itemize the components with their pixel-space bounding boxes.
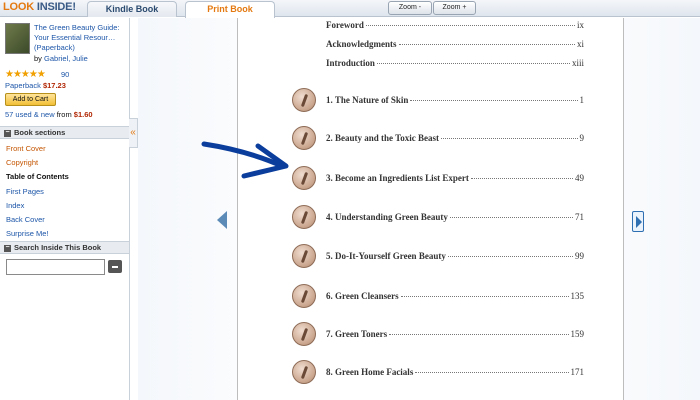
diy-chapter-icon	[292, 244, 316, 268]
format-label: Paperback	[5, 81, 41, 90]
green-beauty-chapter-icon	[292, 205, 316, 229]
toc-leader-dots	[398, 44, 575, 45]
toc-chapter-7[interactable]: 7. Green Toners 159	[326, 329, 584, 339]
zoom-out-button[interactable]: Zoom -	[388, 1, 432, 15]
toc-entry-introduction[interactable]: Introduction xiii	[326, 58, 584, 68]
collapse-minus-icon[interactable]: −	[4, 129, 11, 137]
by-label: by	[34, 54, 45, 63]
toc-leader-dots	[441, 138, 578, 139]
section-link-copyright[interactable]: Copyright	[6, 158, 38, 167]
top-bar: LOOK INSIDE! Kindle Book Print Book Zoom…	[0, 0, 700, 18]
toc-entry-label: 3. Become an Ingredients List Expert	[326, 173, 469, 183]
toc-entry-page: 159	[570, 329, 585, 339]
toc-entry-page: ix	[576, 20, 584, 30]
logo-look-text: LOOK	[3, 1, 34, 13]
beast-chapter-icon	[292, 126, 316, 150]
toc-leader-dots	[400, 296, 569, 297]
section-link-first-pages[interactable]: First Pages	[6, 187, 44, 196]
zoom-in-button[interactable]: Zoom +	[433, 1, 476, 15]
look-inside-logo: LOOK INSIDE!	[3, 1, 76, 13]
toc-entry-page: 1	[579, 95, 585, 105]
price-row: Paperback $17.23	[5, 81, 66, 90]
search-inside-header[interactable]: − Search Inside This Book	[0, 241, 129, 254]
search-inside-input[interactable]	[6, 259, 105, 275]
toners-chapter-icon	[292, 322, 316, 346]
author-link[interactable]: Gabriel, Julie	[44, 54, 88, 63]
book-cover-thumbnail[interactable]	[5, 23, 30, 54]
used-new-link[interactable]: 57 used & new	[5, 110, 55, 119]
toc-leader-dots	[376, 63, 570, 64]
book-sections-header[interactable]: − Book sections	[0, 126, 129, 139]
annotation-arrow-icon	[201, 141, 289, 179]
author-row: by Gabriel, Julie	[34, 54, 88, 64]
search-inside-label: Search Inside This Book	[14, 243, 102, 252]
used-new-row: 57 used & new from $1.60	[5, 110, 93, 119]
toc-chapter-6[interactable]: 6. Green Cleansers 135	[326, 291, 584, 301]
previous-page-arrow-icon[interactable]	[217, 211, 227, 229]
toc-entry-page: xiii	[571, 58, 584, 68]
toc-chapter-3[interactable]: 3. Become an Ingredients List Expert 49	[326, 173, 584, 183]
toc-leader-dots	[415, 372, 569, 373]
book-sections-label: Book sections	[14, 128, 66, 137]
skin-chapter-icon	[292, 88, 316, 112]
logo-inside-text: INSIDE!	[33, 1, 76, 13]
toc-entry-page: 71	[575, 212, 584, 222]
from-label: from	[54, 110, 74, 119]
toc-entry-label: Introduction	[326, 58, 375, 68]
sidebar-divider	[129, 18, 130, 400]
section-link-table-of-contents[interactable]: Table of Contents	[6, 172, 69, 181]
used-price-value: $1.60	[73, 110, 93, 119]
collapse-sidebar-button[interactable]: «	[129, 118, 138, 148]
next-page-arrow-icon[interactable]	[632, 211, 644, 232]
section-link-surprise-me[interactable]: Surprise Me!	[6, 229, 49, 238]
toc-entry-page: 171	[570, 367, 585, 377]
toc-entry-page: 135	[570, 291, 585, 301]
toc-entry-label: 7. Green Toners	[326, 329, 388, 339]
tab-kindle-book[interactable]: Kindle Book	[87, 1, 177, 17]
toc-entry-foreword[interactable]: Foreword ix	[326, 20, 584, 30]
search-go-button[interactable]	[108, 260, 122, 273]
toc-leader-dots	[447, 256, 573, 257]
section-link-index[interactable]: Index	[6, 201, 24, 210]
toc-entry-page: xi	[576, 39, 584, 49]
toc-entry-page: 9	[579, 133, 585, 143]
toc-entry-label: 6. Green Cleansers	[326, 291, 399, 301]
toc-leader-dots	[389, 334, 569, 335]
toc-entry-label: Acknowledgments	[326, 39, 397, 49]
section-link-front-cover[interactable]: Front Cover	[6, 144, 46, 153]
sidebar: The Green Beauty Guide: Your Essential R…	[0, 18, 129, 400]
price-value: $17.23	[42, 81, 66, 90]
toc-entry-page: 49	[575, 173, 584, 183]
toc-chapter-5[interactable]: 5. Do-It-Yourself Green Beauty 99	[326, 251, 584, 261]
facials-chapter-icon	[292, 360, 316, 384]
toc-chapter-2[interactable]: 2. Beauty and the Toxic Beast 9	[326, 133, 584, 143]
book-title-link[interactable]: The Green Beauty Guide: Your Essential R…	[34, 23, 128, 53]
cleansers-chapter-icon	[292, 284, 316, 308]
toc-entry-label: 5. Do-It-Yourself Green Beauty	[326, 251, 446, 261]
toc-leader-dots	[365, 25, 575, 26]
section-link-back-cover[interactable]: Back Cover	[6, 215, 45, 224]
toc-chapter-8[interactable]: 8. Green Home Facials 171	[326, 367, 584, 377]
toc-entry-label: 2. Beauty and the Toxic Beast	[326, 133, 440, 143]
toc-chapter-1[interactable]: 1. The Nature of Skin 1	[326, 95, 584, 105]
toc-leader-dots	[410, 100, 578, 101]
toc-entry-label: 4. Understanding Green Beauty	[326, 212, 448, 222]
toc-entry-acknowledgments[interactable]: Acknowledgments xi	[326, 39, 584, 49]
toc-entry-label: 1. The Nature of Skin	[326, 95, 409, 105]
add-to-cart-button[interactable]: Add to Cart	[5, 93, 56, 106]
toc-leader-dots	[449, 217, 573, 218]
review-count-link[interactable]: 90	[61, 70, 69, 79]
ingredients-chapter-icon	[292, 166, 316, 190]
tab-print-book[interactable]: Print Book	[185, 1, 275, 18]
toc-chapter-4[interactable]: 4. Understanding Green Beauty 71	[326, 212, 584, 222]
toc-leader-dots	[470, 178, 573, 179]
toc-entry-label: 8. Green Home Facials	[326, 367, 414, 377]
toc-entry-page: 99	[575, 251, 584, 261]
collapse-minus-icon[interactable]: −	[4, 244, 11, 252]
star-rating[interactable]: ★★★★★	[5, 69, 46, 80]
toc-entry-label: Foreword	[326, 20, 364, 30]
